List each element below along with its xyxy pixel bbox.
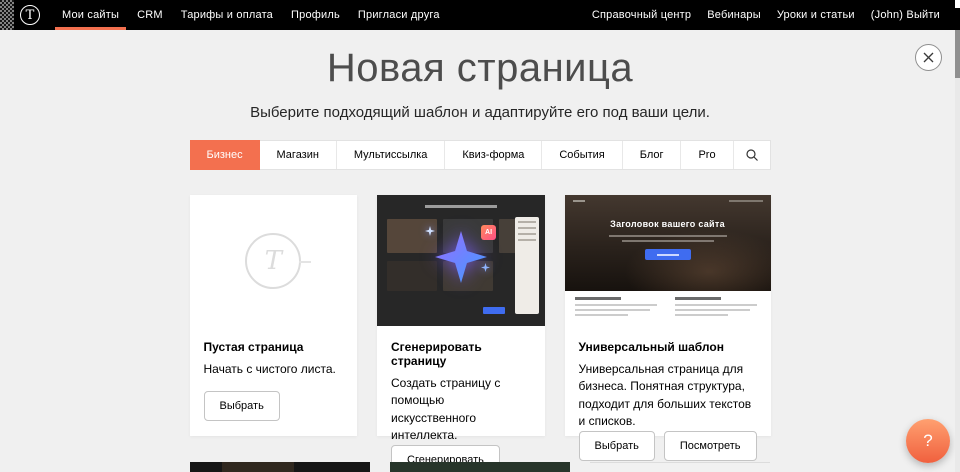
card-description: Создать страницу с помощью искусственног… [391, 375, 531, 445]
select-blank-button[interactable]: Выбрать [204, 391, 280, 421]
nav-profile[interactable]: Профиль [282, 0, 349, 30]
nav-logout[interactable]: (John) Выйти [863, 9, 948, 21]
template-cards-grid: T Пустая страница Начать с чистого листа… [190, 195, 771, 436]
nav-crm[interactable]: CRM [128, 0, 172, 30]
tab-multilink[interactable]: Мультиссылка [337, 141, 445, 169]
card-title: Пустая страница [204, 340, 344, 354]
template-card-blank: T Пустая страница Начать с чистого листа… [190, 195, 358, 436]
sparkle-small-icon [481, 259, 490, 277]
tab-quiz-form[interactable]: Квиз-форма [445, 141, 542, 169]
ai-template-preview: AI [377, 195, 545, 326]
tilda-logo-letter: T [26, 9, 35, 22]
page-title: Новая страница [0, 30, 960, 91]
tilda-ghost-logo-icon: T [245, 233, 301, 289]
sparkle-small-icon [425, 223, 435, 241]
template-category-tabs: Бизнес Магазин Мультиссылка Квиз-форма С… [190, 140, 771, 170]
nav-help-center[interactable]: Справочный центр [584, 9, 699, 21]
scrollbar-thumb[interactable] [955, 30, 960, 78]
navbar-texture [0, 0, 14, 30]
close-icon [923, 52, 934, 63]
blank-template-preview: T [190, 195, 358, 326]
tab-blog[interactable]: Блог [623, 141, 682, 169]
next-template-row-partial [190, 462, 771, 472]
search-icon [745, 148, 759, 162]
template-card-partial [590, 462, 770, 472]
card-description: Начать с чистого листа. [204, 361, 344, 378]
template-card-ai: AI Сгенерировать страницу Создать страни… [377, 195, 545, 436]
tab-search[interactable] [734, 141, 770, 169]
card-description: Универсальная страница для бизнеса. Поня… [579, 361, 757, 431]
template-card-universal: Заголовок вашего сайта Универсальный шаб… [565, 195, 771, 436]
nav-plans-payment[interactable]: Тарифы и оплата [172, 0, 282, 30]
scrollbar [955, 0, 960, 472]
new-page-dialog: Новая страница Выберите подходящий шабло… [0, 30, 960, 472]
template-card-partial [390, 462, 570, 472]
tab-events[interactable]: События [542, 141, 622, 169]
universal-template-preview: Заголовок вашего сайта [565, 195, 771, 326]
preview-blue-button [645, 249, 691, 260]
ai-badge: AI [481, 225, 496, 240]
nav-invite-friend[interactable]: Пригласи друга [349, 0, 449, 30]
scrollbar-track[interactable] [955, 30, 960, 472]
select-universal-button[interactable]: Выбрать [579, 431, 655, 461]
preview-universal-button[interactable]: Посмотреть [664, 431, 757, 461]
ai-sparkle-icon [435, 231, 487, 283]
card-title: Сгенерировать страницу [391, 340, 531, 368]
help-button-label: ? [923, 431, 932, 451]
tilda-logo[interactable]: T [20, 5, 40, 25]
tab-business[interactable]: Бизнес [190, 140, 260, 170]
tab-pro[interactable]: Pro [681, 141, 733, 169]
nav-webinars[interactable]: Вебинары [699, 9, 769, 21]
nav-my-sites[interactable]: Мои сайты [53, 0, 128, 30]
page-subtitle: Выберите подходящий шаблон и адаптируйте… [0, 104, 960, 121]
card-title: Универсальный шаблон [579, 340, 757, 354]
navbar-right-menu: Справочный центр Вебинары Уроки и статьи… [584, 0, 960, 30]
template-card-partial [190, 462, 370, 472]
help-button[interactable]: ? [906, 419, 950, 463]
close-button[interactable] [915, 44, 942, 71]
top-navbar: T Мои сайты CRM Тарифы и оплата Профиль … [0, 0, 960, 30]
tab-store[interactable]: Магазин [260, 141, 337, 169]
preview-site-title: Заголовок вашего сайта [610, 219, 725, 229]
nav-lessons-articles[interactable]: Уроки и статьи [769, 9, 863, 21]
navbar-left-menu: Мои сайты CRM Тарифы и оплата Профиль Пр… [53, 0, 449, 30]
